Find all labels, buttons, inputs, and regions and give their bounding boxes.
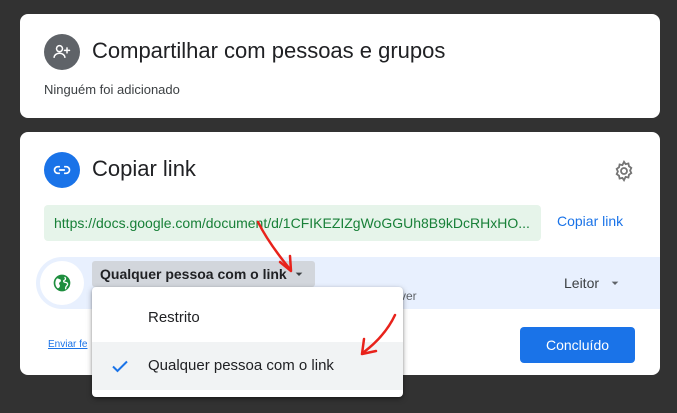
no-people-added-text: Ninguém foi adicionado — [44, 82, 180, 97]
send-feedback-link[interactable]: Enviar fe — [48, 339, 87, 350]
caret-down-icon — [295, 272, 303, 276]
caret-down-icon — [611, 281, 619, 285]
gear-icon[interactable] — [612, 159, 636, 183]
globe-icon-container — [40, 261, 84, 305]
link-icon — [44, 152, 80, 188]
menu-item-restricted[interactable]: Restrito — [92, 294, 403, 342]
share-card: Compartilhar com pessoas e grupos Ningué… — [20, 14, 660, 118]
link-url-field[interactable]: https://docs.google.com/document/d/1CFIK… — [44, 205, 541, 241]
access-level-dropdown[interactable]: Qualquer pessoa com o link — [92, 261, 315, 287]
role-dropdown[interactable]: Leitor — [564, 275, 623, 291]
role-label: Leitor — [564, 275, 600, 291]
link-card-title: Copiar link — [92, 156, 196, 181]
access-level-label: Qualquer pessoa com o link — [100, 266, 287, 282]
access-level-menu: Restrito Qualquer pessoa com o link — [92, 287, 403, 397]
copy-link-button[interactable]: Copiar link — [557, 213, 623, 229]
menu-item-anyone-with-link[interactable]: Qualquer pessoa com o link — [92, 342, 403, 390]
share-card-title: Compartilhar com pessoas e grupos — [92, 38, 446, 63]
checkmark-icon — [112, 360, 128, 373]
globe-icon — [53, 274, 71, 292]
menu-item-label: Restrito — [148, 309, 200, 326]
add-person-icon — [44, 34, 80, 70]
menu-item-label: Qualquer pessoa com o link — [148, 357, 334, 374]
done-button[interactable]: Concluído — [520, 327, 635, 363]
